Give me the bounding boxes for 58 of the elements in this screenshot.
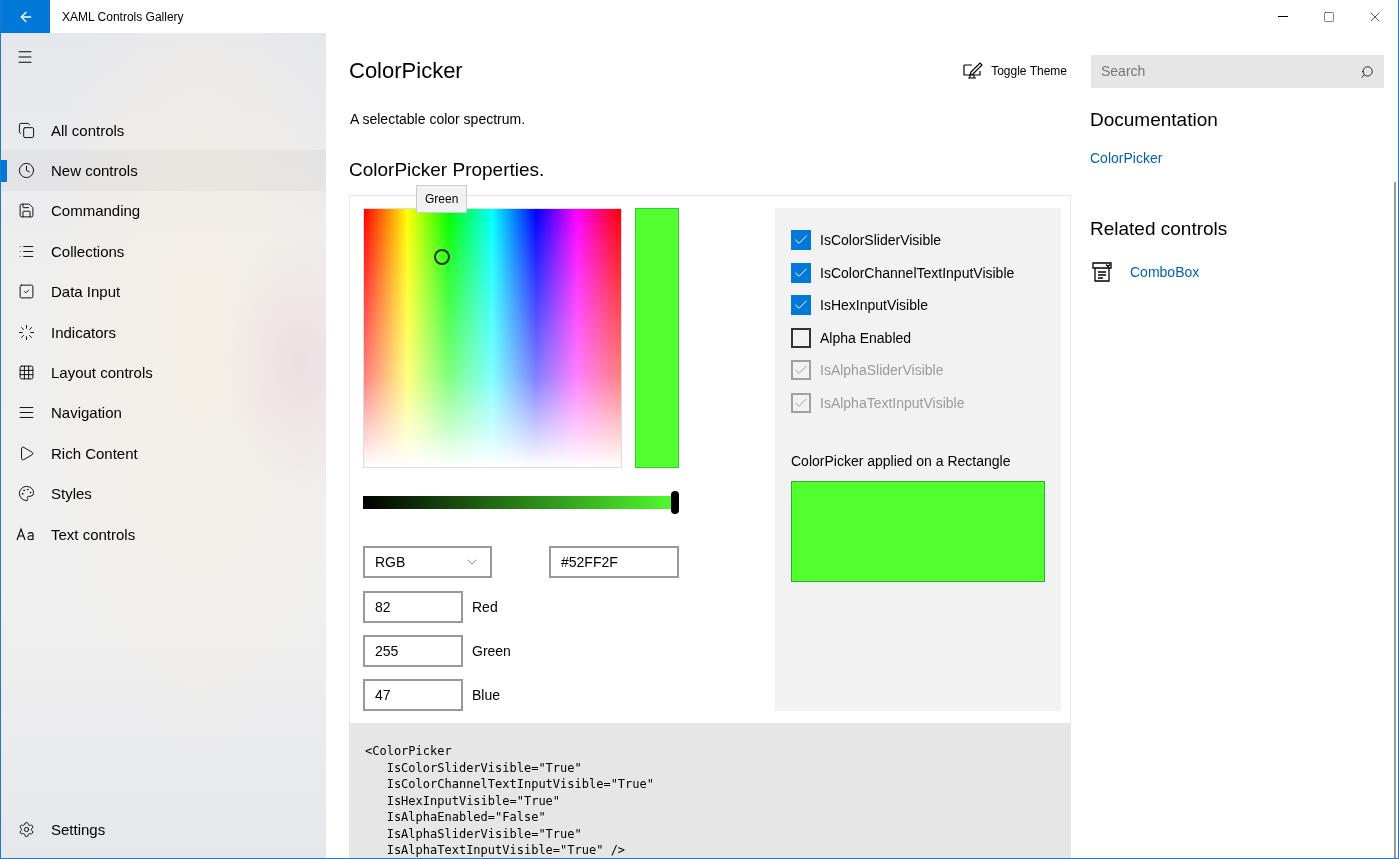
slider-thumb[interactable] (671, 491, 679, 514)
documentation-link[interactable]: ColorPicker (1090, 150, 1394, 166)
option-checkbox[interactable]: IsColorChannelTextInputVisible (791, 256, 1045, 289)
selection-marker[interactable] (434, 249, 450, 265)
documentation-heading: Documentation (1090, 109, 1219, 131)
color-spectrum[interactable] (363, 208, 622, 468)
search-icon (1360, 64, 1374, 79)
channel-label: Green (472, 643, 511, 659)
option-checkbox[interactable]: IsHexInputVisible (791, 289, 1045, 322)
mode-dropdown[interactable]: RGB (363, 546, 492, 578)
dots-icon (17, 323, 35, 341)
back-button[interactable] (1, 0, 50, 33)
channel-label: Red (472, 599, 498, 615)
copy-icon (17, 121, 35, 139)
pen-monitor-icon (963, 62, 984, 80)
nav-item[interactable]: Data Input (1, 271, 326, 312)
page-title: ColorPicker (349, 58, 464, 84)
settings-item[interactable]: Settings (1, 809, 326, 850)
nav-item[interactable]: Text controls (1, 513, 326, 555)
section-heading: ColorPicker Properties. (349, 159, 546, 181)
palette-icon (17, 485, 35, 503)
nav-item[interactable]: Rich Content (1, 433, 326, 474)
window-title: XAML Controls Gallery (62, 9, 185, 24)
option-checkbox[interactable]: Alpha Enabled (791, 321, 1045, 354)
toggle-theme-button[interactable]: Toggle Theme (963, 62, 1067, 80)
nav-item[interactable]: Styles (1, 473, 326, 514)
nav-item[interactable]: New controls (1, 150, 326, 191)
maximize-icon (1323, 10, 1335, 23)
nav-item[interactable]: Navigation (1, 392, 326, 434)
rectangle-caption: ColorPicker applied on a Rectangle (791, 453, 1012, 469)
checkbox-icon (17, 283, 35, 301)
scrollbar[interactable] (1394, 182, 1396, 858)
nav-item[interactable]: Layout controls (1, 352, 326, 393)
save-icon (17, 202, 35, 220)
tooltip: Green (416, 185, 468, 213)
channel-input[interactable]: 255 (363, 635, 463, 667)
related-heading: Related controls (1090, 218, 1229, 240)
hex-input[interactable]: #52FF2F (549, 546, 679, 578)
grid-icon (17, 364, 35, 382)
minimize-icon (1278, 16, 1288, 17)
nav-item[interactable]: All controls (1, 110, 326, 151)
menu-icon (16, 48, 34, 66)
nav-item[interactable]: Collections (1, 231, 326, 272)
nav-item[interactable]: Indicators (1, 311, 326, 353)
related-link[interactable]: ComboBox (1130, 264, 1200, 280)
combobox-icon (1090, 260, 1114, 284)
selection-indicator (1, 160, 7, 183)
clock-icon (17, 162, 35, 180)
nav-item[interactable]: Commanding (1, 190, 326, 232)
description: A selectable color spectrum. (350, 111, 527, 127)
code-block: <ColorPicker IsColorSliderVisible="True" IsColorChannelTextInputVisible="True" IsHexInputVisible="True" IsAlphaEnabled="False" IsAlphaSliderVisible="True" IsAlphaTextInputVisible="True" /> (349, 723, 1071, 858)
channel-input[interactable]: 47 (363, 679, 463, 711)
option-checkbox[interactable]: IsColorSliderVisible (791, 224, 1045, 257)
settings-icon (17, 821, 35, 839)
search-field[interactable]: Search (1091, 54, 1384, 88)
letters-icon (16, 527, 36, 542)
channel-label: Blue (472, 687, 501, 703)
channel-input[interactable]: 82 (363, 591, 463, 623)
